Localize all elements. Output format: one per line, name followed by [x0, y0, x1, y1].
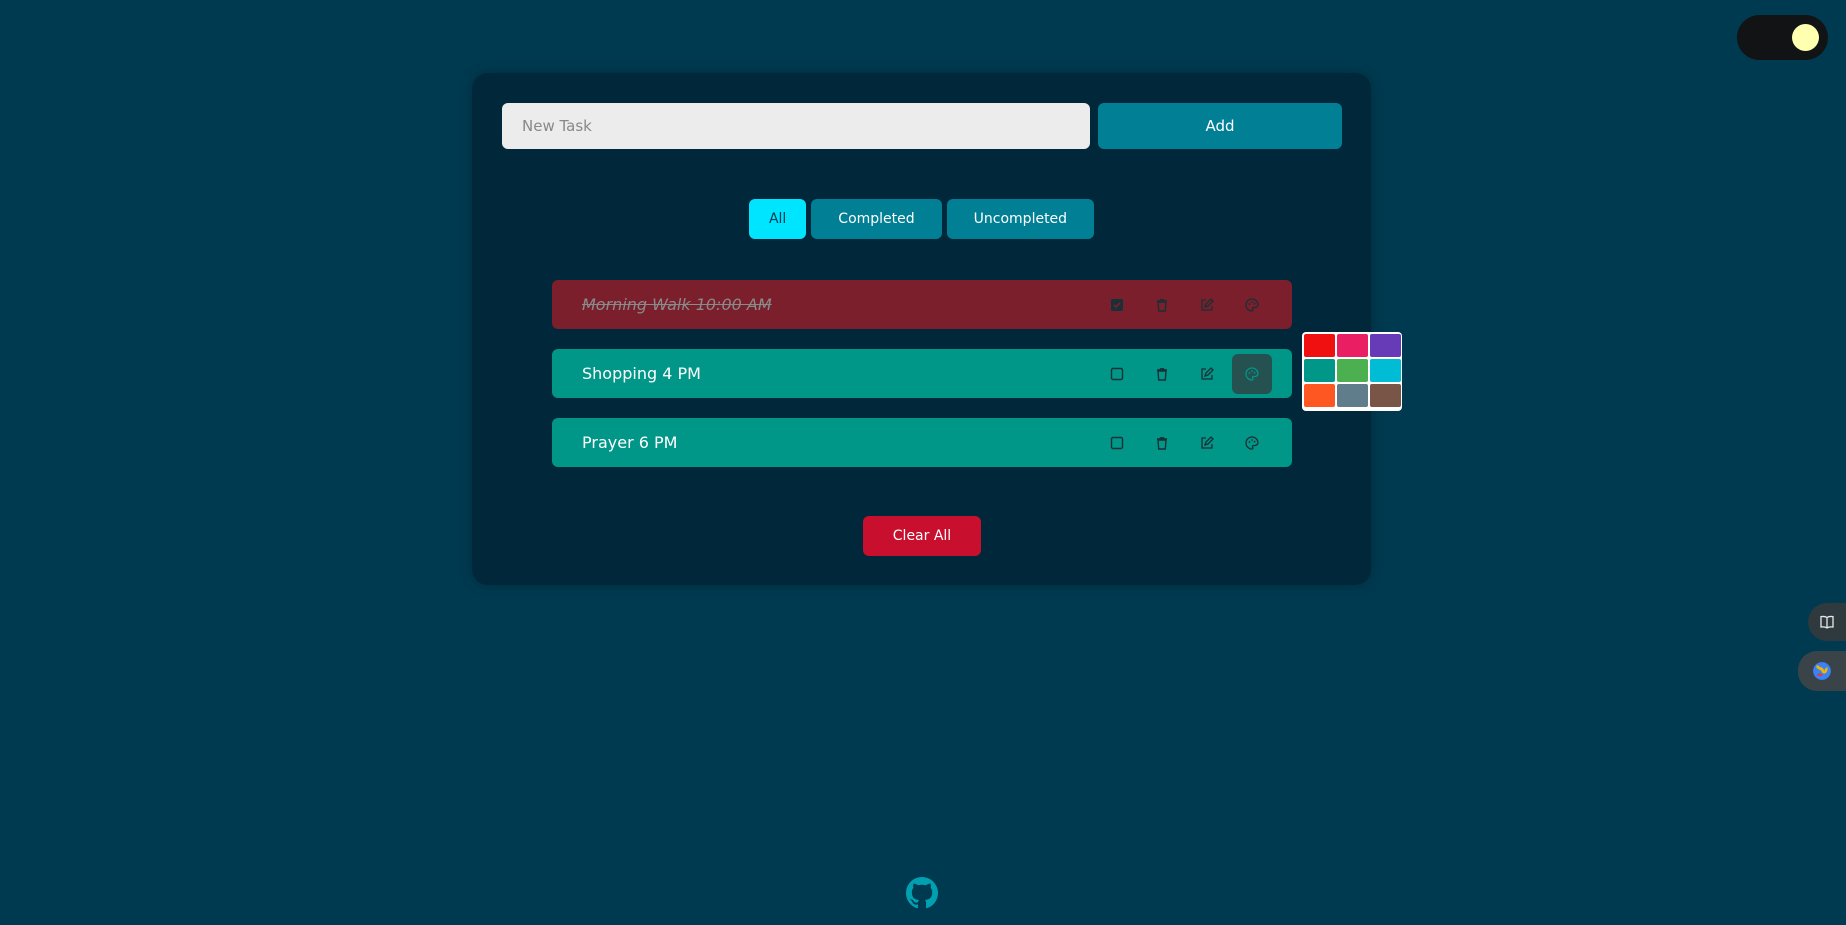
palette-icon[interactable] [1232, 353, 1272, 394]
color-swatch[interactable] [1304, 384, 1335, 407]
color-swatch[interactable] [1337, 334, 1368, 357]
github-icon[interactable] [906, 877, 938, 909]
checkbox-checked-icon[interactable] [1097, 285, 1137, 325]
color-swatch[interactable] [1304, 359, 1335, 382]
task-text: Morning Walk 10:00 AM [582, 295, 772, 314]
color-swatch[interactable] [1337, 359, 1368, 382]
clear-all-button[interactable]: Clear All [863, 516, 981, 556]
color-swatch[interactable] [1337, 384, 1368, 407]
checkbox-icon[interactable] [1097, 423, 1137, 463]
color-swatch[interactable] [1370, 334, 1401, 357]
todo-card: Add All Completed Uncompleted Morning Wa… [472, 73, 1371, 585]
edit-icon[interactable] [1187, 285, 1227, 325]
theme-toggle-knob [1792, 24, 1819, 51]
filter-uncompleted-button[interactable]: Uncompleted [946, 199, 1095, 239]
filter-bar: All Completed Uncompleted [472, 199, 1371, 239]
color-swatch[interactable] [1304, 334, 1335, 357]
trash-icon[interactable] [1142, 423, 1182, 463]
filter-all-button[interactable]: All [748, 199, 807, 239]
task-item: Shopping 4 PM [552, 349, 1292, 398]
edit-icon[interactable] [1187, 354, 1227, 394]
checkbox-icon[interactable] [1097, 354, 1137, 394]
color-swatch[interactable] [1370, 359, 1401, 382]
add-button[interactable]: Add [1098, 103, 1342, 149]
theme-toggle[interactable] [1737, 15, 1828, 60]
trash-icon[interactable] [1142, 285, 1182, 325]
edit-icon[interactable] [1187, 423, 1227, 463]
palette-icon[interactable] [1232, 423, 1272, 463]
task-text: Prayer 6 PM [582, 433, 678, 452]
color-swatch[interactable] [1370, 384, 1401, 407]
task-text: Shopping 4 PM [582, 364, 701, 383]
globe-icon[interactable] [1798, 651, 1846, 691]
color-palette [1302, 332, 1402, 411]
trash-icon[interactable] [1142, 354, 1182, 394]
task-item: Prayer 6 PM [552, 418, 1292, 467]
task-item: Morning Walk 10:00 AM [552, 280, 1292, 329]
filter-completed-button[interactable]: Completed [811, 199, 942, 239]
new-task-input[interactable] [502, 103, 1090, 149]
book-icon[interactable] [1808, 603, 1846, 641]
palette-icon[interactable] [1232, 285, 1272, 325]
